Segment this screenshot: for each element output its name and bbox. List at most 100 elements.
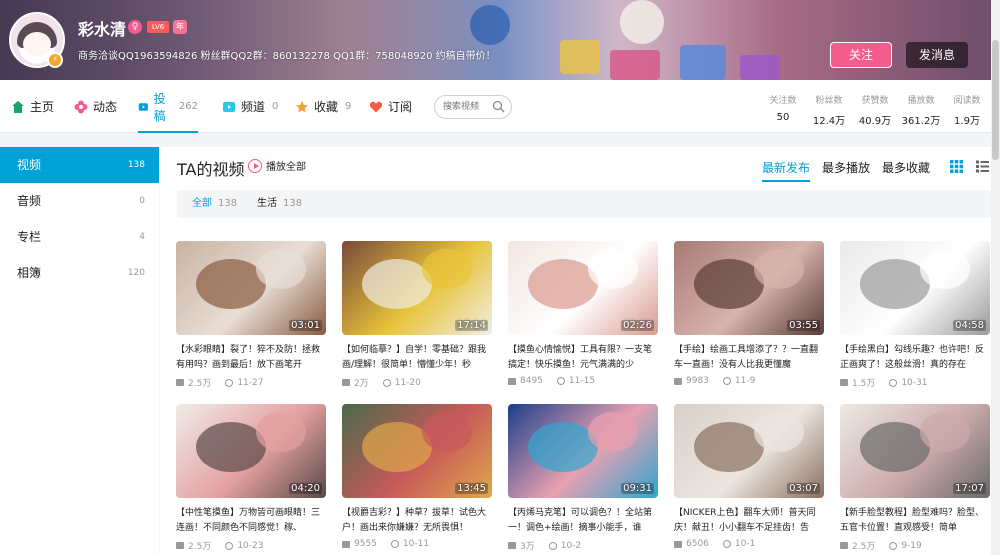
video-card[interactable]: 03:07 【NICKER上色】翻车大师！普天同庆！献丑！小小翻车不足挂齿！告 65… [674, 404, 824, 549]
star-icon [296, 100, 308, 112]
video-thumbnail[interactable]: 04:20 [176, 404, 326, 498]
video-title[interactable]: 【手绘黑白】勾线乐趣？也许吧！反正画爽了！这般丝滑！真的存在 [840, 343, 990, 373]
sort-most-played[interactable]: 最多播放 [822, 159, 870, 176]
play-count-icon [674, 377, 682, 385]
filter-chip-life[interactable]: 生活 138 [257, 190, 302, 218]
video-meta: 9555 10-11 [342, 539, 492, 549]
video-card[interactable]: 17:14 【如何临摹？】自学！零基础？跟我画/理解！很简单！懵懂少年！秒 2万 11… [342, 241, 492, 389]
video-thumbnail[interactable]: 13:45 [342, 404, 492, 498]
nav-tab-count: 262 [178, 101, 198, 112]
video-title[interactable]: 【手绘】绘画工具增添了？？一直翻车一直画！没有人比我更懂魔 [674, 343, 824, 373]
video-card[interactable]: 03:01 【水彩眼睛】裂了！猝不及防！拯救有用吗？画到最后！放下画笔开 2.5万 1… [176, 241, 326, 389]
stat-label: 播放数 [907, 96, 935, 106]
sidebar-item-video[interactable]: 视频 138 [0, 147, 159, 183]
video-thumbnail[interactable]: 09:31 [508, 404, 658, 498]
video-icon [138, 102, 148, 111]
nav-tab-label: 收藏 [314, 100, 339, 114]
nav-tab-label: 动态 [93, 100, 118, 114]
level-badge: LV6 [147, 21, 169, 33]
play-count-icon [176, 542, 184, 549]
video-thumbnail[interactable]: 03:07 [674, 404, 824, 498]
video-meta: 3万 10-2 [508, 539, 658, 552]
nav-tab-home[interactable]: 主页 [11, 80, 54, 133]
video-duration: 03:55 [787, 320, 820, 331]
video-search-input[interactable] [443, 100, 493, 114]
video-meta: 2.5万 11-27 [176, 376, 326, 389]
sidebar-item-audio[interactable]: 音频 0 [0, 183, 159, 219]
video-date: 10-1 [734, 539, 756, 549]
video-play-count: 9983 [686, 376, 709, 386]
video-thumbnail[interactable]: 17:14 [342, 241, 492, 335]
video-duration: 02:26 [621, 320, 654, 331]
sidebar-item-albums[interactable]: 相簿 120 [0, 255, 159, 291]
nav-tab-label: 频道 [241, 100, 266, 114]
nav-tab-dynamic[interactable]: 动态 [74, 80, 117, 133]
stat-value: 361.2万 [901, 116, 941, 127]
clock-icon [889, 541, 898, 550]
video-card[interactable]: 17:07 【新手脸型教程】脸型难吗？脸型、五官卡位置！直观感受！简单 2.5万 9-… [840, 404, 990, 552]
user-signature: 商务洽谈QQ1963594826 粉丝群QQ2群：860132278 QQ1群：… [78, 51, 496, 62]
video-play-count: 2.5万 [188, 379, 212, 389]
video-title[interactable]: 【视爵吉彩？】种草？拔草！试色大户！画出来你嫌嫌？无所畏惧！ [342, 506, 492, 536]
video-meta: 1.5万 10-31 [840, 376, 990, 389]
search-icon[interactable] [492, 100, 505, 113]
home-icon [12, 100, 24, 113]
video-thumbnail[interactable]: 02:26 [508, 241, 658, 335]
banner-gift-decoration [560, 40, 600, 74]
stat-value: 50 [776, 112, 790, 123]
scrollbar-thumb[interactable] [992, 40, 999, 160]
video-title[interactable]: 【NICKER上色】翻车大师！普天同庆！献丑！小小翻车不足挂齿！告 [674, 506, 824, 536]
video-play-count: 3万 [520, 542, 535, 552]
play-all-button[interactable]: 播放全部 [248, 158, 306, 173]
video-play-count: 2.5万 [188, 542, 212, 552]
video-search-box[interactable] [434, 95, 512, 119]
page-scrollbar[interactable] [991, 0, 1000, 555]
thumbnail-art [920, 249, 970, 289]
video-meta: 6506 10-1 [674, 539, 824, 549]
play-count-icon [342, 379, 350, 386]
video-list-panel: TA的视频 播放全部 最新发布 最多播放 最多收藏 全部 138 生活 138 03… [160, 147, 1000, 555]
video-title[interactable]: 【如何临摹？】自学！零基础？跟我画/理解！很简单！懵懂少年！秒 [342, 343, 492, 373]
sort-latest[interactable]: 最新发布 [762, 159, 811, 182]
user-name: 彩水清 [78, 22, 127, 39]
video-card[interactable]: 04:58 【手绘黑白】勾线乐趣？也许吧！反正画爽了！这般丝滑！真的存在 1.5万 1… [840, 241, 990, 389]
verified-badge-icon: ⚡ [47, 52, 63, 68]
nav-tab-channel[interactable]: 频道 0 [222, 80, 278, 133]
play-count-icon [674, 540, 682, 548]
nav-tab-uploads[interactable]: 投稿 262 [138, 80, 198, 133]
video-thumbnail[interactable]: 04:58 [840, 241, 990, 335]
video-title[interactable]: 【水彩眼睛】裂了！猝不及防！拯救有用吗？画到最后！放下画笔开 [176, 343, 326, 373]
video-title[interactable]: 【中性笔摸鱼】万物皆可画眼睛！三连画！不同颜色不同感觉！稼、 [176, 506, 326, 536]
video-card[interactable]: 04:20 【中性笔摸鱼】万物皆可画眼睛！三连画！不同颜色不同感觉！稼、 2.5万 1… [176, 404, 326, 552]
video-card[interactable]: 02:26 【摸鱼心情愉悦】工具有限？一支笔搞定！快乐摸鱼！元气满满的少 8495 1… [508, 241, 658, 386]
video-date: 11-15 [568, 376, 596, 386]
thumbnail-art [256, 249, 306, 289]
nav-tab-favorites[interactable]: 收藏 9 [295, 80, 351, 133]
video-card[interactable]: 13:45 【视爵吉彩？】种草？拔草！试色大户！画出来你嫌嫌？无所畏惧！ 9555 1… [342, 404, 492, 549]
clock-icon [225, 378, 234, 387]
stat-fans[interactable]: 粉丝数 12.4万 [804, 93, 854, 127]
stat-following[interactable]: 关注数 50 [758, 93, 808, 123]
grid-view-icon[interactable] [950, 160, 963, 173]
video-thumbnail[interactable]: 17:07 [840, 404, 990, 498]
video-duration: 03:01 [289, 320, 322, 331]
nav-tab-subscriptions[interactable]: 订阅 [369, 80, 412, 133]
video-play-count: 9555 [354, 539, 377, 549]
video-thumbnail[interactable]: 03:01 [176, 241, 326, 335]
sidebar-item-articles[interactable]: 专栏 4 [0, 219, 159, 255]
banner-shade [0, 0, 520, 80]
video-card[interactable]: 09:31 【丙烯马克笔】可以调色？！全站第一！调色+绘画！摘事小能手，谁 3万 10… [508, 404, 658, 552]
filter-chip-label: 全部 [192, 198, 212, 209]
video-thumbnail[interactable]: 03:55 [674, 241, 824, 335]
sort-most-favorited[interactable]: 最多收藏 [882, 159, 930, 176]
list-view-icon[interactable] [976, 160, 989, 173]
follow-button[interactable]: 关注 [830, 42, 892, 68]
video-card[interactable]: 03:55 【手绘】绘画工具增添了？？一直翻车一直画！没有人比我更懂魔 9983 11… [674, 241, 824, 386]
message-button[interactable]: 发消息 [906, 42, 968, 68]
nav-tab-count: 9 [345, 101, 352, 112]
video-title[interactable]: 【丙烯马克笔】可以调色？！全站第一！调色+绘画！摘事小能手，谁 [508, 506, 658, 536]
video-title[interactable]: 【新手脸型教程】脸型难吗？脸型、五官卡位置！直观感受！简单 [840, 506, 990, 536]
video-title[interactable]: 【摸鱼心情愉悦】工具有限？一支笔搞定！快乐摸鱼！元气满满的少 [508, 343, 658, 373]
filter-chip-all[interactable]: 全部 138 [192, 190, 237, 218]
video-play-count: 2.5万 [852, 542, 876, 552]
